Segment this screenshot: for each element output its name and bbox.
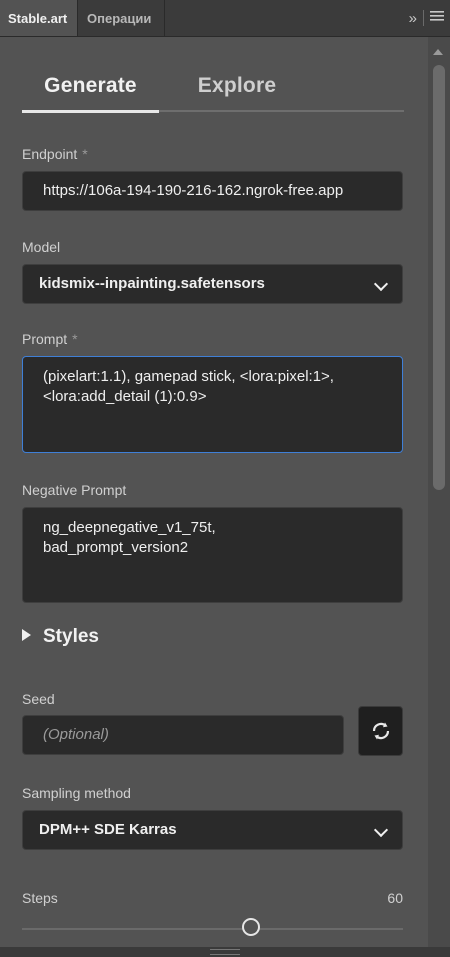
steps-value: 60 [387, 890, 403, 906]
scroll-up-arrow-icon[interactable] [433, 49, 443, 55]
model-label: Model [22, 239, 61, 255]
tab-explore[interactable]: Explore [182, 74, 292, 98]
prompt-label: Prompt * [22, 331, 78, 347]
double-chevron-right-icon[interactable]: » [409, 10, 417, 27]
resize-grip-icon[interactable] [210, 949, 240, 955]
steps-slider-track[interactable] [22, 928, 403, 930]
negative-prompt-label: Negative Prompt [22, 482, 127, 498]
seed-label: Seed [22, 691, 55, 707]
steps-label: Steps [22, 890, 58, 906]
styles-toggle[interactable]: Styles [22, 626, 99, 648]
styles-label: Styles [43, 626, 99, 647]
prompt-textarea[interactable]: (pixelart:1.1), gamepad stick, <lora:pix… [22, 356, 403, 453]
tab-generate[interactable]: Generate [22, 74, 159, 113]
seed-input[interactable]: (Optional) [22, 715, 344, 755]
panel-toolbar-icons: » [409, 0, 444, 36]
model-select-value: kidsmix--inpainting.safetensors [39, 275, 265, 292]
toolbar-divider [423, 10, 424, 26]
random-refresh-icon [372, 722, 389, 740]
panel-tabbar: Stable.art Операции » [0, 0, 450, 37]
main-tabs: Generate Explore [22, 74, 404, 113]
steps-slider-thumb[interactable] [241, 918, 260, 936]
scrollbar-thumb[interactable] [433, 65, 445, 490]
endpoint-input[interactable]: https://106a-194-190-216-162.ngrok-free.… [22, 171, 403, 211]
chevron-down-icon [373, 822, 389, 838]
model-select[interactable]: kidsmix--inpainting.safetensors [22, 264, 403, 304]
sampling-method-select[interactable]: DPM++ SDE Karras [22, 810, 403, 850]
random-seed-button[interactable] [358, 706, 403, 756]
sampling-method-value: DPM++ SDE Karras [39, 821, 177, 838]
negative-prompt-textarea[interactable]: ng_deepnegative_v1_75t, bad_prompt_versi… [22, 507, 403, 603]
hamburger-menu-icon[interactable] [430, 9, 444, 27]
panel-bottom-bar [0, 947, 450, 957]
triangle-right-icon [22, 629, 31, 641]
vertical-scrollbar[interactable] [428, 37, 450, 947]
sampling-method-label: Sampling method [22, 785, 131, 801]
endpoint-label: Endpoint * [22, 146, 88, 162]
tab-operations[interactable]: Операции [79, 0, 165, 36]
tab-stable-art[interactable]: Stable.art [0, 0, 78, 36]
chevron-down-icon [373, 276, 389, 292]
